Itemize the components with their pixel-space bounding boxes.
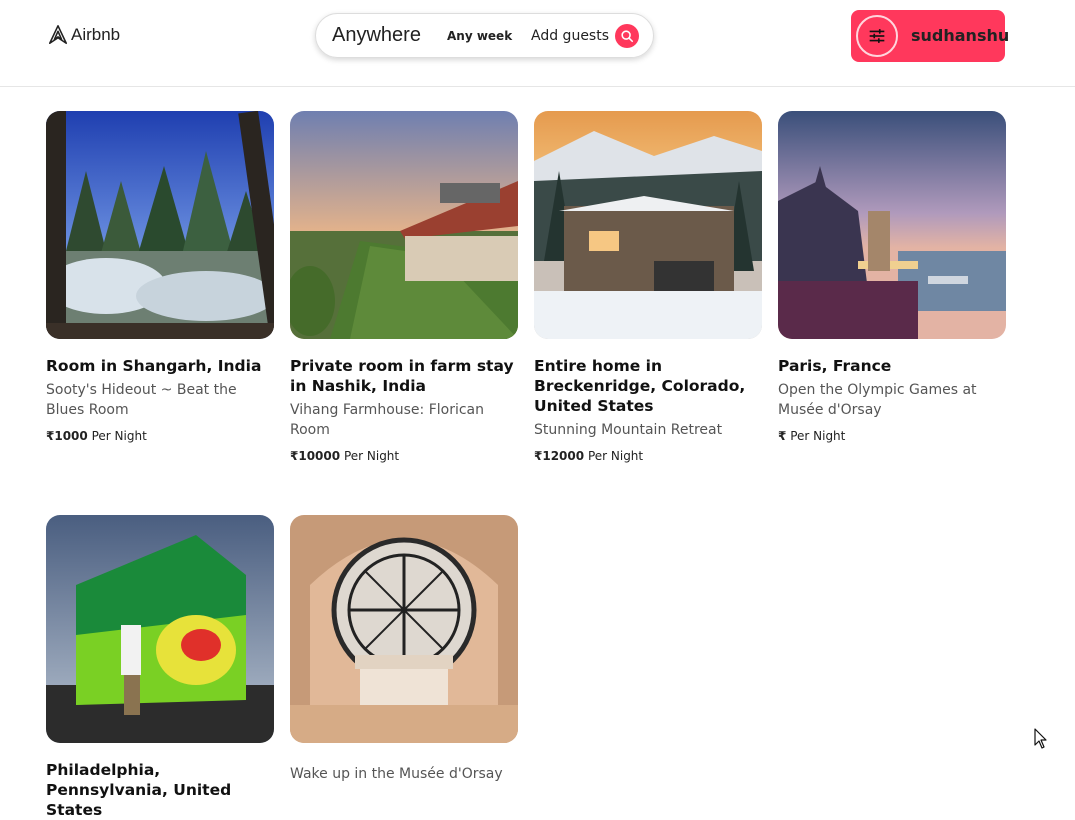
paris-river-image: [778, 111, 1006, 339]
sliders-icon: [869, 29, 885, 43]
search-anywhere-button[interactable]: Anywhere: [332, 24, 421, 47]
search-week-button[interactable]: Any week: [447, 29, 512, 43]
price-period: Per Night: [790, 429, 846, 443]
snowy-forest-image: [46, 111, 274, 339]
listing-subtitle: Stunning Mountain Retreat: [534, 422, 723, 438]
listing-price: ₹ Per Night: [778, 429, 1006, 443]
airbnb-logo[interactable]: Airbnb: [47, 24, 120, 46]
listing-card[interactable]: Paris, France Open the Olympic Games at …: [778, 111, 1006, 443]
listing-subtitle: Wake up in the Musée d'Orsay: [290, 766, 503, 782]
listing-title: Private room in farm stay in Nashik, Ind…: [290, 357, 514, 395]
search-icon: [621, 30, 634, 43]
listing-image[interactable]: [534, 111, 762, 339]
listing-title: Paris, France: [778, 357, 892, 375]
listing-image[interactable]: [46, 111, 274, 339]
painted-bus-image: [46, 515, 274, 743]
search-bar[interactable]: Anywhere Any week Add guests: [315, 13, 654, 58]
mountain-house-image: [534, 111, 762, 339]
listing-price: ₹10000 Per Night: [290, 449, 518, 463]
price-period: Per Night: [91, 429, 147, 443]
listing-card[interactable]: Room in Shangarh, India Sooty's Hideout …: [46, 111, 274, 443]
price-value: 10000: [298, 449, 341, 463]
listing-card[interactable]: Philadelphia, Pennsylvania, United State…: [46, 515, 274, 820]
listing-subtitle: Open the Olympic Games at Musée d'Orsay: [778, 382, 977, 418]
logo-text: Airbnb: [71, 25, 121, 44]
search-button[interactable]: [615, 24, 639, 48]
listing-title: Entire home in Breckenridge, Colorado, U…: [534, 357, 746, 415]
listing-subtitle: Vihang Farmhouse: Florican Room: [290, 402, 485, 438]
mouse-cursor-icon: [1034, 728, 1047, 749]
listing-price: ₹1000 Per Night: [46, 429, 274, 443]
clock-room-image: [290, 515, 518, 743]
listing-title: Room in Shangarh, India: [46, 357, 262, 375]
price-period: Per Night: [587, 449, 644, 463]
currency-symbol: ₹: [778, 429, 787, 443]
farmhouse-image: [290, 111, 518, 339]
listing-image[interactable]: [46, 515, 274, 743]
price-period: Per Night: [343, 449, 400, 463]
username-label: sudhanshu: [911, 26, 1010, 45]
listing-price: ₹12000 Per Night: [534, 449, 762, 463]
listing-image[interactable]: [290, 111, 518, 339]
price-value: 1000: [54, 429, 88, 443]
listing-card[interactable]: Wake up in the Musée d'Orsay: [290, 515, 518, 784]
airbnb-logo-icon: [48, 25, 68, 45]
top-header: Airbnb Anywhere Any week Add guests sudh…: [0, 0, 1075, 87]
price-value: 12000: [542, 449, 585, 463]
listing-image[interactable]: [290, 515, 518, 743]
filter-menu-button[interactable]: [856, 15, 898, 57]
listing-card[interactable]: Entire home in Breckenridge, Colorado, U…: [534, 111, 762, 463]
listing-image[interactable]: [778, 111, 1006, 339]
listing-title: Philadelphia, Pennsylvania, United State…: [46, 761, 232, 819]
search-guests-button[interactable]: Add guests: [531, 28, 609, 44]
user-menu-button[interactable]: sudhanshu: [851, 10, 1009, 62]
listing-subtitle: Sooty's Hideout ~ Beat the Blues Room: [46, 382, 237, 418]
listing-card[interactable]: Private room in farm stay in Nashik, Ind…: [290, 111, 518, 463]
